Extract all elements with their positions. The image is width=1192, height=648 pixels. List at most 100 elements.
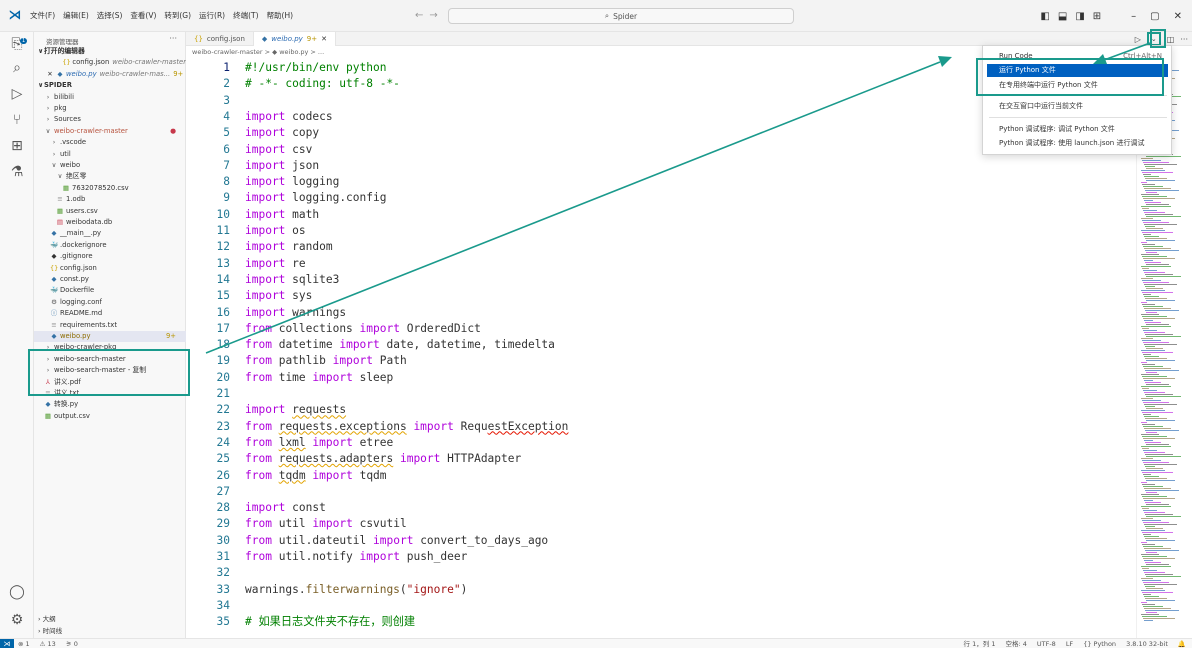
timeline-section[interactable]: › 时间线 [34, 626, 186, 637]
tree-item[interactable]: ⚙ logging.conf [34, 297, 186, 308]
context-menu-item[interactable]: Python 调试程序: 使用 launch.json 进行调试 [987, 137, 1168, 150]
tree-item[interactable]: ◆ weibo.py 9+ [34, 331, 186, 342]
tree-item[interactable]: ⓘ README.md [34, 308, 186, 319]
tree-item[interactable]: ◆ const.py [34, 274, 186, 285]
more-icon[interactable]: ··· [1180, 35, 1188, 44]
outline-section[interactable]: › 大纲 [34, 614, 186, 625]
tree-item[interactable]: › Sources [34, 114, 186, 125]
minimap-line [1146, 204, 1169, 205]
tree-item[interactable]: ◆ __main__.py [34, 228, 186, 239]
docker-file-icon: 🐳 [50, 240, 59, 249]
menu-item[interactable]: 运行(R) [199, 10, 225, 21]
status-warnings[interactable]: ⚠ 13 [40, 639, 56, 648]
extensions-icon[interactable]: ⊞ [0, 138, 34, 154]
tree-item[interactable]: ▦ 7632078520.csv [34, 183, 186, 194]
explorer-icon[interactable]: ⎘ 1 [0, 36, 34, 52]
source-control-icon[interactable]: ⑂ [0, 112, 34, 128]
tree-item[interactable]: ≡ requirements.txt [34, 320, 186, 331]
tree-item[interactable]: ∨ weibo [34, 160, 186, 171]
minimap-line [1146, 240, 1175, 241]
editor-tab[interactable]: {} config.json [186, 32, 254, 46]
tree-item[interactable]: 🐳 .dockerignore [34, 240, 186, 251]
status-errors[interactable]: ⊗ 1 [18, 639, 30, 648]
tree-item[interactable]: ▦ users.csv [34, 206, 186, 217]
code-line: 28 import const [186, 500, 1136, 516]
tree-item[interactable]: ▤ weibodata.db [34, 217, 186, 228]
code-token: from [245, 550, 272, 563]
tree-item[interactable]: ◆ .gitignore [34, 251, 186, 262]
command-center-search[interactable]: ⌕ Spider [448, 8, 794, 24]
toggle-secondary-sidebar-icon[interactable]: ◨ [1075, 11, 1084, 22]
status-interpreter[interactable]: 3.8.10 32-bit [1126, 639, 1168, 648]
toggle-primary-sidebar-icon[interactable]: ◧ [1040, 11, 1049, 22]
minimize-icon[interactable]: – [1131, 11, 1136, 22]
breadcrumb[interactable]: weibo-crawler-master > ◆ weibo.py > ... [186, 46, 986, 58]
forward-arrow-icon[interactable]: → [429, 10, 443, 21]
maximize-icon[interactable]: ▢ [1150, 11, 1159, 22]
tree-item[interactable]: › bilibili [34, 92, 186, 103]
tree-item[interactable]: ∨ weibo-crawler-master ● [34, 126, 186, 137]
context-menu-item[interactable]: Python 调试程序: 调试 Python 文件 [987, 123, 1168, 136]
menu-item[interactable]: 帮助(H) [267, 10, 294, 21]
notifications-bell-icon[interactable]: 🔔 [1178, 639, 1186, 648]
code-text: from requests.exceptions import RequestE… [245, 419, 568, 435]
run-debug-icon[interactable]: ▷ [0, 86, 34, 102]
status-spaces[interactable]: 空格: 4 [1005, 639, 1026, 648]
tree-item[interactable]: ≡ 1.odb [34, 194, 186, 205]
close-editor-icon[interactable]: ✕ [46, 69, 54, 80]
minimap-line [1146, 420, 1175, 421]
tree-item[interactable]: ∨ 绝区零 [34, 171, 186, 182]
status-encoding[interactable]: UTF-8 [1037, 639, 1056, 648]
tree-item[interactable]: › util [34, 149, 186, 160]
run-icon[interactable]: ▷ [1135, 35, 1141, 44]
account-icon[interactable]: ◯ [0, 584, 34, 600]
menu-item[interactable]: 选择(S) [97, 10, 123, 21]
minimap-line [1144, 572, 1165, 573]
split-editor-icon[interactable]: ◫ [1167, 35, 1175, 44]
minimap-line [1145, 250, 1179, 251]
tree-item[interactable]: › pkg [34, 103, 186, 114]
more-actions-icon[interactable]: ··· [169, 34, 177, 43]
code-token: warnings. [245, 582, 306, 596]
line-number: 3 [223, 93, 230, 107]
toggle-panel-icon[interactable]: ⬓ [1058, 11, 1067, 22]
settings-gear-icon[interactable]: ⚙ [0, 612, 34, 628]
python-file-icon: ◆ [57, 69, 63, 78]
status-position[interactable]: 行 1，列 1 [964, 639, 996, 648]
menu-item[interactable]: 转到(G) [164, 10, 191, 21]
tree-item[interactable]: ▦ output.csv [34, 411, 186, 422]
menu-item[interactable]: 终端(T) [233, 10, 258, 21]
testing-icon[interactable]: ⚗ [0, 164, 34, 180]
close-icon[interactable]: ✕ [1174, 11, 1182, 22]
open-editors-header[interactable]: ∨ 打开的编辑器 [34, 46, 186, 57]
minimap-line [1145, 454, 1173, 455]
status-language[interactable]: {} Python [1083, 639, 1116, 648]
workspace-header[interactable]: ∨ SPIDER [34, 80, 186, 91]
menu-item[interactable]: 编辑(E) [63, 10, 89, 21]
search-icon[interactable]: ⌕ [0, 60, 34, 76]
context-menu-item[interactable]: 在交互窗口中运行当前文件 [987, 100, 1168, 113]
editor-tab[interactable]: ◆ weibo.py 9+ ✕ [253, 32, 336, 46]
minimap-line [1143, 366, 1163, 367]
nav-arrows: ←→ [415, 10, 444, 21]
minimap-line [1145, 526, 1155, 527]
customize-layout-icon[interactable]: ⊞ [1093, 11, 1101, 22]
tree-item-label: requirements.txt [60, 320, 117, 329]
open-editor-item[interactable]: {} config.json weibo-crawler-master [34, 57, 186, 68]
menu-item[interactable]: 查看(V) [130, 10, 156, 21]
line-number: 6 [223, 142, 230, 156]
tree-item[interactable]: ◆ 转换.py [34, 399, 186, 410]
minimap-line [1142, 544, 1155, 545]
tree-item[interactable]: 🐳 Dockerfile [34, 285, 186, 296]
close-tab-icon[interactable]: ✕ [321, 32, 327, 46]
status-ports[interactable]: ⚞ 0 [66, 639, 78, 648]
status-eol[interactable]: LF [1066, 639, 1073, 648]
minimap-line [1144, 440, 1153, 441]
open-editor-item[interactable]: ✕ ◆ weibo.py weibo-crawler-mas... 9+ [34, 69, 186, 80]
back-arrow-icon[interactable]: ← [415, 10, 429, 21]
menu-item[interactable]: 文件(F) [30, 10, 55, 21]
remote-icon[interactable]: ⋊ [0, 639, 14, 648]
tree-item[interactable]: {} config.json [34, 263, 186, 274]
minimap-line [1142, 496, 1167, 497]
tree-item[interactable]: › .vscode [34, 137, 186, 148]
